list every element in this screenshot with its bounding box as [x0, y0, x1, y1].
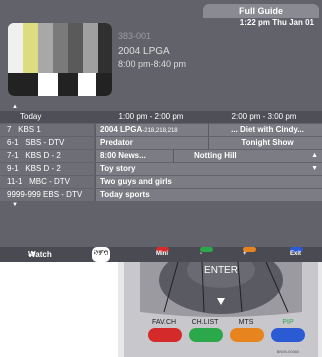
channel-cell[interactable]: 11-1 MBC - DTV	[0, 176, 94, 188]
remote-control: ENTER FAV.CH CH.LIST MTS PIP BN59-00460	[118, 262, 322, 357]
guide-header: Today 1:00 pm - 2:00 pm 2:00 pm - 3:00 p…	[0, 111, 322, 123]
program-cell[interactable]: 2004 LPGA-218,218,218	[95, 124, 208, 136]
header-day: Today	[20, 112, 42, 121]
channel-cell[interactable]: 6-1 SBS - DTV	[0, 137, 94, 149]
ch-list-label: CH.LIST	[192, 319, 220, 326]
arrow-right-icon: ▲	[311, 152, 318, 159]
program-cell[interactable]: Predator	[95, 137, 208, 149]
header-slot2: 2:00 pm - 3:00 pm	[231, 112, 297, 121]
table-row[interactable]: 7 KBS 1 2004 LPGA-218,218,218 ... Diet w…	[0, 124, 322, 136]
program-cell[interactable]: Tonight Show	[208, 137, 322, 149]
table-row[interactable]: 9999-999 EBS - DTV Today sports	[0, 189, 322, 201]
program-cell[interactable]: Notting Hill ▲	[173, 150, 322, 162]
channel-cell[interactable]: 9999-999 EBS - DTV	[0, 189, 94, 201]
header-slot1: 1:00 pm - 2:00 pm	[118, 112, 184, 121]
program-cell[interactable]: Two guys and girls	[95, 176, 322, 188]
preview-window	[8, 23, 112, 96]
model-code: BN59-00460	[277, 349, 300, 354]
fav-ch-label: FAV.CH	[152, 319, 176, 326]
program-cell[interactable]: Today sports	[95, 189, 322, 201]
current-datetime: 1:22 pm Thu Jan 01	[239, 18, 314, 27]
red-button[interactable]	[148, 328, 182, 342]
table-row[interactable]: 7-1 KBS D - 2 8:00 News... Notting Hill ▲	[0, 150, 322, 162]
table-row[interactable]: 6-1 SBS - DTV Predator Tonight Show	[0, 137, 322, 149]
table-row[interactable]: 11-1 MBC - DTV Two guys and girls	[0, 176, 322, 188]
blue-button[interactable]	[271, 328, 305, 342]
guide-footer: ⮐ Watch INFO Prog Info Mini Guide - 2hou…	[0, 247, 322, 274]
orange-button[interactable]	[230, 328, 264, 342]
green-button[interactable]	[189, 328, 223, 342]
scroll-up-icon[interactable]: ▲	[12, 104, 18, 110]
full-guide-tab[interactable]: Full Guide	[203, 4, 319, 18]
tv-guide-screen: Full Guide 1:22 pm Thu Jan 01 383-001 20…	[0, 0, 322, 274]
channel-cell[interactable]: 7 KBS 1	[0, 124, 94, 136]
program-cell[interactable]: 8:00 News...	[95, 150, 173, 162]
channel-info: 383-001	[118, 31, 152, 41]
program-title: 2004 LPGA	[118, 46, 170, 57]
pip-label: PIP	[282, 319, 294, 326]
program-cell[interactable]: Toy story ▼	[95, 163, 322, 175]
mts-label: MTS	[239, 319, 254, 326]
channel-cell[interactable]: 7-1 KBS D - 2	[0, 150, 94, 162]
program-time: 8:00 pm-8:40 pm	[118, 59, 187, 69]
arrow-down-icon: ▼	[311, 165, 318, 172]
table-row[interactable]: 9-1 KBS D - 2 Toy story ▼	[0, 163, 322, 175]
channel-cell[interactable]: 9-1 KBS D - 2	[0, 163, 94, 175]
scroll-down-icon[interactable]: ▼	[12, 202, 18, 208]
program-cell[interactable]: ... Diet with Cindy...	[208, 124, 322, 136]
enter-button[interactable]: ENTER	[204, 265, 238, 276]
program-info: 383-001 2004 LPGA 8:00 pm-8:40 pm	[118, 30, 186, 70]
